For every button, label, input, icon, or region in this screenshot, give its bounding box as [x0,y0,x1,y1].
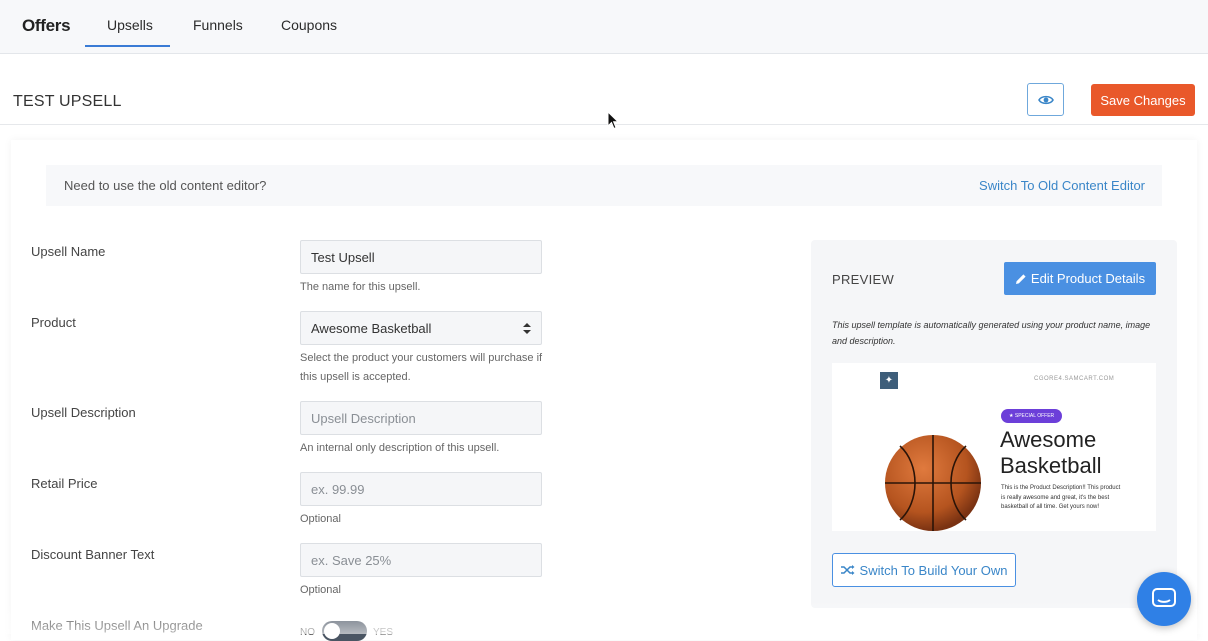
description-help: An internal only description of this ups… [300,442,500,454]
page-title: TEST UPSELL [13,93,122,110]
old-editor-notice: Need to use the old content editor? Swit… [46,165,1162,206]
shuffle-icon [840,565,855,575]
toggle-knob [324,623,340,639]
product-select-value: Awesome Basketball [311,320,432,336]
tab-coupons[interactable]: Coupons [281,17,337,33]
edit-product-details-button[interactable]: Edit Product Details [1004,262,1156,295]
switch-old-editor-link[interactable]: Switch To Old Content Editor [979,178,1145,193]
upsell-preview-thumbnail: ✦ CGORE4.SAMCART.COM ★ SPECIAL OFFER Awe… [832,363,1156,531]
product-help: Select the product your customers will p… [300,352,543,383]
pencil-icon [1015,273,1026,284]
product-select[interactable]: Awesome Basketball [300,311,542,345]
preview-note: This upsell template is automatically ge… [832,320,1151,346]
toggle-no-label: NO [300,627,315,638]
retail-price-label: Retail Price [31,476,98,491]
tab-upsells[interactable]: Upsells [107,17,153,33]
product-label: Product [31,315,76,330]
chat-launcher-button[interactable] [1137,572,1191,626]
chat-icon [1152,588,1176,607]
select-arrows-icon [523,323,531,334]
discount-banner-help: Optional [300,584,341,596]
preview-button[interactable] [1027,83,1064,116]
notice-text: Need to use the old content editor? [64,178,267,193]
upsell-description-input[interactable]: Upsell Description [300,401,542,435]
brand-title: Offers [22,16,71,35]
retail-price-help: Optional [300,513,341,525]
upsell-name-input[interactable]: Test Upsell [300,240,542,274]
upgrade-toggle[interactable] [322,621,367,641]
toggle-yes-label: YES [373,627,394,638]
save-changes-button[interactable]: Save Changes [1091,84,1195,116]
preview-panel: PREVIEW Edit Product Details This upsell… [811,240,1177,608]
preview-title: PREVIEW [832,272,895,287]
special-offer-badge: ★ SPECIAL OFFER [1001,409,1063,423]
thumb-product-title: Awesome Basketball [1000,427,1102,478]
description-label: Upsell Description [31,405,136,420]
upsell-name-label: Upsell Name [31,244,106,259]
switch-build-your-own-label: Switch To Build Your Own [859,562,1008,578]
thumb-url: CGORE4.SAMCART.COM [1034,376,1115,382]
top-navigation: Offers Upsells Funnels Coupons [0,0,1208,54]
switch-build-your-own-button[interactable]: Switch To Build Your Own [832,553,1016,587]
eye-icon [1038,95,1054,105]
store-logo-icon: ✦ [880,372,898,389]
thumb-product-desc: This is the Product Description!! This p… [1001,485,1121,510]
basketball-image [885,435,981,531]
tab-funnels[interactable]: Funnels [193,17,243,33]
upsell-name-help: The name for this upsell. [300,281,421,293]
edit-product-details-label: Edit Product Details [1030,271,1146,286]
upgrade-label: Make This Upsell An Upgrade [31,618,203,633]
discount-banner-input[interactable]: ex. Save 25% [300,543,542,577]
retail-price-input[interactable]: ex. 99.99 [300,472,542,506]
active-tab-indicator [85,45,170,47]
mouse-cursor-icon [607,111,619,130]
discount-banner-label: Discount Banner Text [31,547,155,562]
